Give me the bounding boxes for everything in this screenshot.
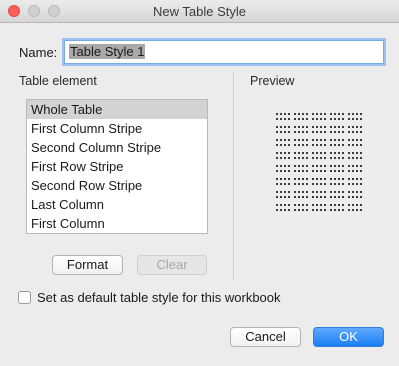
name-input-value: Table Style 1 (69, 44, 146, 59)
preview-cell (348, 152, 362, 159)
table-element-label: Table element (19, 74, 97, 88)
list-item[interactable]: Whole Table (27, 100, 207, 119)
list-item[interactable]: First Column Stripe (27, 119, 207, 138)
preview-cell (330, 165, 344, 172)
preview-cell (348, 165, 362, 172)
table-preview (276, 113, 366, 211)
preview-cell (294, 204, 308, 211)
format-button[interactable]: Format (52, 255, 123, 275)
preview-cell (294, 165, 308, 172)
preview-cell (312, 126, 326, 133)
preview-cell (294, 191, 308, 198)
preview-grid (276, 113, 366, 211)
preview-cell (330, 204, 344, 211)
preview-cell (312, 204, 326, 211)
preview-cell (348, 113, 362, 120)
preview-cell (312, 178, 326, 185)
preview-cell (312, 165, 326, 172)
preview-cell (330, 126, 344, 133)
preview-cell (294, 126, 308, 133)
default-style-option[interactable]: Set as default table style for this work… (18, 290, 281, 305)
preview-cell (330, 178, 344, 185)
cancel-button[interactable]: Cancel (230, 327, 301, 347)
preview-cell (348, 204, 362, 211)
window-title: New Table Style (153, 4, 246, 19)
list-item[interactable]: Second Row Stripe (27, 176, 207, 195)
preview-cell (348, 139, 362, 146)
ok-button[interactable]: OK (313, 327, 384, 347)
clear-button[interactable]: Clear (137, 255, 207, 275)
preview-cell (276, 191, 290, 198)
preview-cell (348, 126, 362, 133)
preview-cell (276, 126, 290, 133)
default-style-checkbox[interactable] (18, 291, 31, 304)
preview-cell (294, 178, 308, 185)
list-item[interactable]: Last Column (27, 195, 207, 214)
list-item[interactable]: First Column (27, 214, 207, 233)
default-style-label: Set as default table style for this work… (37, 290, 281, 305)
preview-cell (276, 204, 290, 211)
title-bar: New Table Style (0, 0, 399, 23)
preview-cell (330, 191, 344, 198)
name-label: Name: (19, 45, 58, 60)
preview-cell (312, 191, 326, 198)
preview-cell (276, 152, 290, 159)
preview-cell (312, 113, 326, 120)
preview-cell (294, 139, 308, 146)
preview-cell (276, 165, 290, 172)
list-item[interactable]: First Row Stripe (27, 157, 207, 176)
name-input[interactable]: Table Style 1 (64, 40, 384, 64)
preview-cell (348, 191, 362, 198)
preview-cell (330, 113, 344, 120)
list-item[interactable]: Second Column Stripe (27, 138, 207, 157)
preview-cell (330, 139, 344, 146)
preview-label: Preview (250, 74, 295, 88)
preview-cell (312, 152, 326, 159)
preview-cell (276, 139, 290, 146)
divider (233, 72, 234, 280)
preview-cell (294, 152, 308, 159)
preview-cell (294, 113, 308, 120)
preview-cell (330, 152, 344, 159)
preview-cell (312, 139, 326, 146)
preview-cell (276, 178, 290, 185)
preview-cell (348, 178, 362, 185)
preview-cell (276, 113, 290, 120)
table-element-list[interactable]: Whole Table First Column Stripe Second C… (26, 99, 208, 234)
